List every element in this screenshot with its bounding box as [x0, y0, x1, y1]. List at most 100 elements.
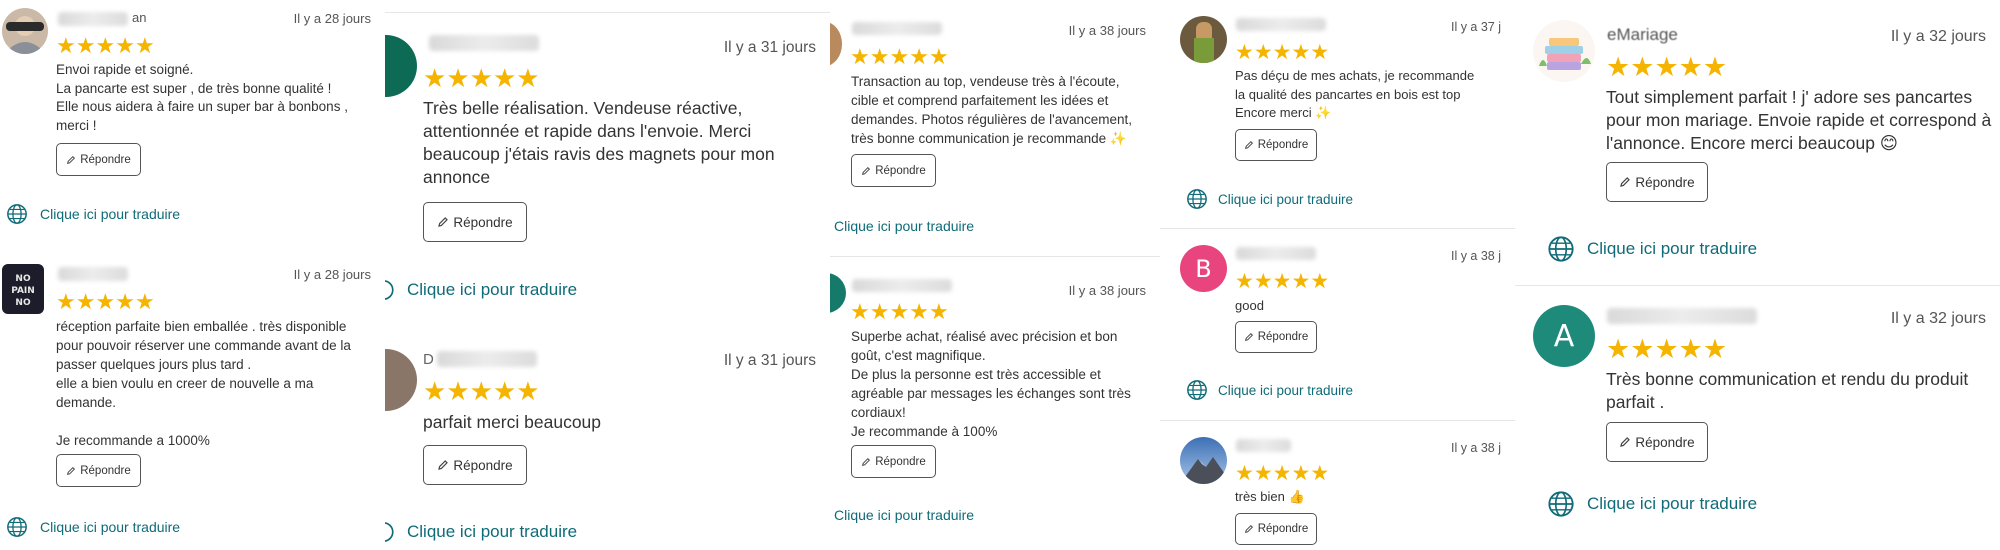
reply-button[interactable]: Répondre [56, 143, 141, 176]
star-icon: ★ [1630, 52, 1655, 82]
review-column-2: Il y a 31 jours ★ ★ ★ ★ ★ Très belle réalisa… [385, 0, 830, 550]
review-card: Il y a 38 j ★ ★ ★ ★ ★ très bien 👍 Répondre [1160, 421, 1515, 550]
review-text: Très bonne communication et rendu du pro… [1606, 368, 1968, 414]
review-line: elle a bien voulu en creer de nouvelle a… [56, 376, 314, 391]
reply-button[interactable]: Répondre [851, 445, 936, 478]
reply-button[interactable]: Répondre [423, 202, 527, 242]
reply-button[interactable]: Répondre [851, 154, 936, 187]
globe-icon [1187, 189, 1207, 209]
star-icon: ★ [889, 299, 910, 324]
star-icon: ★ [850, 299, 870, 324]
star-icon: ★ [1235, 462, 1254, 485]
review-date: Il y a 38 j [1450, 441, 1501, 455]
star-icon: ★ [1310, 270, 1330, 293]
reviewer-name-blurred [1607, 308, 1757, 324]
reply-label: Répondre [453, 457, 513, 473]
review-date: Il y a 32 jours [1890, 310, 1986, 327]
svg-text:NO: NO [15, 298, 31, 308]
review-date: Il y a 38 j [1450, 249, 1501, 263]
review-date: Il y a 32 jours [1890, 28, 1986, 45]
translate-link[interactable]: Clique ici pour traduire [834, 218, 974, 234]
rating-stars: ★ ★ ★ ★ ★ [56, 33, 155, 59]
svg-text:NO: NO [15, 274, 31, 284]
translate-link[interactable]: Clique ici pour traduire [6, 203, 180, 225]
reviewer-avatar [385, 349, 417, 411]
review-column-4: Il y a 37 j ★ ★ ★ ★ ★ Pas déçu de mes achats… [1160, 0, 1515, 550]
translate-link[interactable]: Clique ici pour traduire [1186, 379, 1353, 401]
star-icon: ★ [850, 44, 870, 69]
review-line: demandes. Photos régulières de l'avancem… [851, 112, 1132, 127]
reply-button[interactable]: Répondre [423, 445, 527, 485]
translate-label: Clique ici pour traduire [407, 280, 578, 299]
review-line: agréable par messages les échanges sont … [851, 386, 1131, 401]
reply-button[interactable]: Répondre [56, 454, 141, 487]
translate-link[interactable]: Clique ici pour traduire [834, 507, 974, 523]
star-icon: ★ [1253, 462, 1273, 485]
pencil-icon [67, 155, 76, 164]
star-icon: ★ [1702, 52, 1728, 82]
review-line: Je recommande a 1000% [56, 433, 210, 448]
star-icon: ★ [446, 63, 470, 93]
reviewer-name-blurred [852, 22, 942, 35]
pencil-icon [438, 460, 449, 470]
review-card: eMariage Il y a 32 jours ★ ★ ★ ★ ★ Tout simp… [1515, 0, 2000, 286]
star-icon: ★ [1654, 334, 1679, 364]
reply-button[interactable]: Répondre [1235, 321, 1317, 353]
star-icon: ★ [928, 299, 949, 324]
reply-label: Répondre [875, 164, 926, 177]
star-icon: ★ [1678, 52, 1703, 82]
review-line: parfait . [1606, 392, 1665, 412]
reviewer-name-blurred [852, 279, 952, 292]
globe-icon [385, 522, 394, 542]
translate-label: Clique ici pour traduire [1587, 239, 1758, 258]
rating-stars: ★ ★ ★ ★ ★ [1235, 461, 1329, 486]
star-icon: ★ [95, 289, 116, 314]
pencil-icon [1620, 177, 1631, 187]
review-date: Il y a 38 jours [1068, 23, 1146, 38]
review-line: Envoi rapide et soigné. [56, 62, 194, 77]
star-icon: ★ [423, 376, 447, 406]
reviewer-avatar [385, 35, 417, 97]
review-text: good [1235, 297, 1264, 316]
reply-button[interactable]: Répondre [1606, 162, 1708, 202]
globe-icon [1548, 491, 1574, 517]
globe-icon [385, 280, 394, 300]
review-card: Il y a 38 jours ★ ★ ★ ★ ★ Transaction au top… [830, 0, 1160, 257]
translate-link[interactable]: Clique ici pour traduire [385, 279, 577, 301]
review-text: parfait merci beaucoup [423, 411, 601, 434]
reply-button[interactable]: Répondre [1235, 513, 1317, 545]
translate-link[interactable]: Clique ici pour traduire [1186, 188, 1353, 210]
star-icon: ★ [492, 63, 517, 93]
reply-button[interactable]: Répondre [1606, 422, 1708, 462]
translate-link[interactable]: Clique ici pour traduire [1547, 235, 1757, 263]
review-card: D Il y a 31 jours ★ ★ ★ ★ ★ parfait merci be… [385, 327, 830, 550]
review-line: passer quelques jours plus tard . [56, 357, 252, 372]
star-icon: ★ [134, 33, 155, 58]
reply-button[interactable]: Répondre [1235, 129, 1317, 161]
reply-label: Répondre [453, 214, 513, 230]
translate-link[interactable]: Clique ici pour traduire [385, 521, 577, 543]
review-line: pour mon mariage. Envoie rapide et corre… [1606, 110, 1992, 130]
translate-label: Clique ici pour traduire [1218, 382, 1354, 398]
star-icon: ★ [1606, 52, 1631, 82]
star-icon: ★ [75, 289, 96, 314]
review-date: Il y a 28 jours [293, 11, 371, 26]
translate-link[interactable]: Clique ici pour traduire [6, 516, 180, 538]
translate-link[interactable]: Clique ici pour traduire [1547, 490, 1757, 518]
review-card: NO PAIN NO Il y a 28 jours ★ ★ ★ ★ ★ récepti… [0, 245, 385, 550]
review-column-3: Il y a 38 jours ★ ★ ★ ★ ★ Transaction au top… [830, 0, 1160, 550]
reviewer-name-blurred [437, 351, 537, 367]
star-icon: ★ [1235, 270, 1254, 293]
svg-text:PAIN: PAIN [11, 286, 35, 296]
star-icon: ★ [1606, 334, 1631, 364]
reply-label: Répondre [80, 153, 131, 166]
review-line: Superbe achat, réalisé avec précision et… [851, 329, 1118, 344]
reply-label: Répondre [1635, 174, 1695, 190]
star-icon: ★ [1630, 334, 1655, 364]
review-line: pour pouvoir réserver une commande avant… [56, 338, 351, 353]
review-line: La pancarte est super , de très bonne qu… [56, 80, 332, 96]
translate-label: Clique ici pour traduire [834, 218, 975, 234]
globe-icon [7, 517, 27, 537]
star-icon: ★ [75, 33, 96, 58]
review-line: Pas déçu de mes achats, je recommande [1235, 68, 1475, 83]
